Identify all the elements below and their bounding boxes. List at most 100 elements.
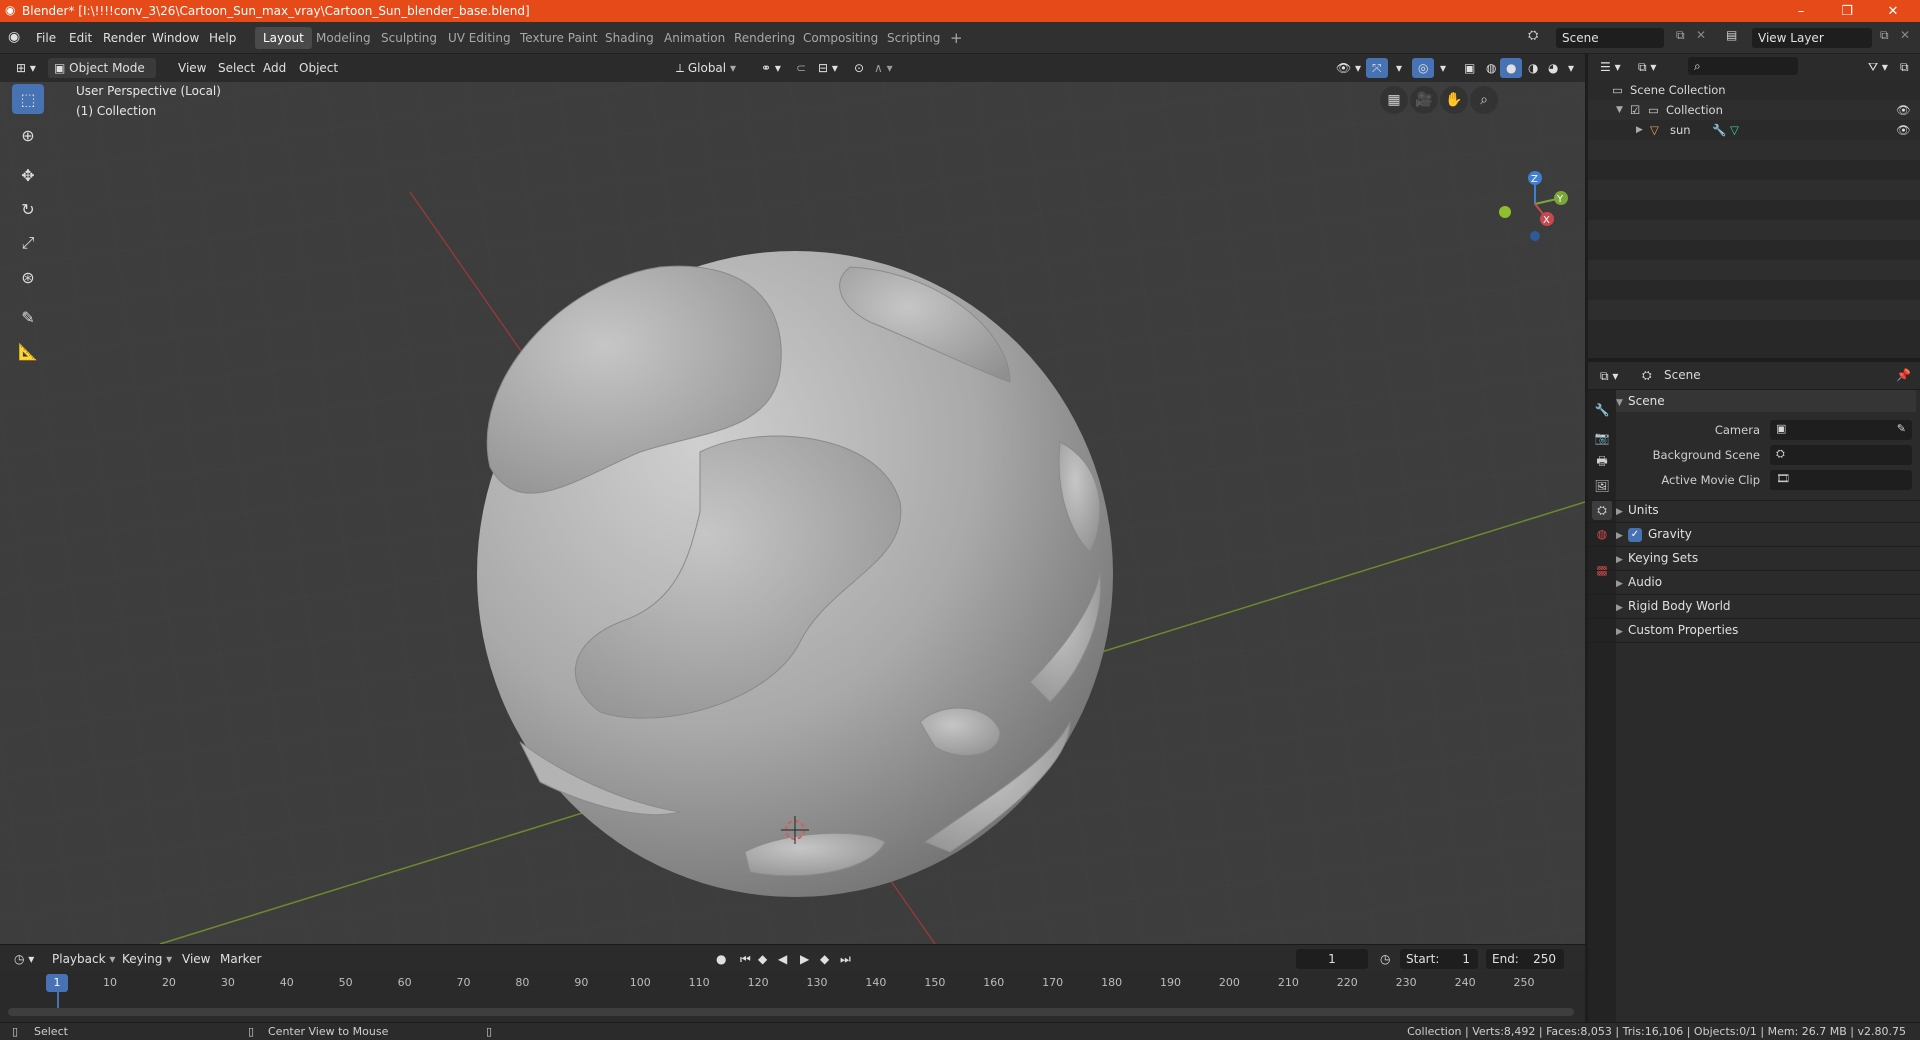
menu-file[interactable]: File	[30, 28, 62, 48]
rotate-tool[interactable]: ↻	[12, 194, 44, 224]
overlay-toggle-icon[interactable]: ◎	[1412, 58, 1435, 78]
tab-compositing[interactable]: Compositing	[795, 27, 886, 49]
menu-window[interactable]: Window	[146, 28, 205, 48]
tab-shading[interactable]: Shading	[597, 27, 662, 49]
timeline-scrollbar[interactable]	[8, 1008, 1574, 1016]
minimize-button[interactable]: –	[1778, 0, 1824, 22]
filter-icon[interactable]: ⛛ ▾	[1862, 57, 1894, 77]
custom-properties-panel[interactable]: ▶ Custom Properties	[1616, 620, 1738, 640]
scene-selector[interactable]: Scene	[1556, 28, 1664, 48]
annotate-tool[interactable]: ✎	[12, 302, 44, 332]
remove-scene-icon[interactable]: ✕	[1696, 28, 1706, 42]
output-tab[interactable]: 🖶	[1592, 452, 1612, 472]
scale-tool[interactable]: ⤢	[12, 228, 44, 258]
menu-object[interactable]: Object	[293, 58, 344, 78]
tab-layout[interactable]: Layout	[255, 27, 312, 49]
render-tab[interactable]: 📷	[1592, 428, 1612, 448]
toggle-ortho-button[interactable]: ▦	[1380, 86, 1408, 114]
add-workspace-button[interactable]: +	[942, 27, 971, 49]
falloff-icon[interactable]: ∧ ▾	[868, 58, 899, 78]
snap-target-icon[interactable]: ⊟ ▾	[812, 58, 844, 78]
collection-checkbox[interactable]: ☑	[1630, 100, 1640, 120]
tab-rendering[interactable]: Rendering	[726, 27, 803, 49]
proportional-edit-icon[interactable]: ⊙	[848, 58, 870, 78]
properties-editor-type-icon[interactable]: ⧉ ▾	[1594, 366, 1624, 386]
close-button[interactable]: ✕	[1870, 0, 1916, 22]
gizmo-toggle-icon[interactable]: ⤧	[1366, 58, 1388, 78]
select-box-tool[interactable]: ⬚	[12, 84, 44, 114]
current-frame-field[interactable]: 1	[1296, 949, 1368, 969]
end-frame-field[interactable]: End: 250	[1486, 949, 1564, 969]
camera-view-button[interactable]: 🎥	[1410, 86, 1438, 114]
new-scene-icon[interactable]: ⧉	[1676, 28, 1685, 43]
tab-uv-editing[interactable]: UV Editing	[440, 27, 519, 49]
measure-tool[interactable]: 📐	[12, 336, 44, 366]
outliner-row-sun[interactable]: ▶ ▽ sun 🔧 ▽ 👁	[1588, 120, 1920, 140]
timeline-editor-type-icon[interactable]: ◷ ▾	[8, 949, 40, 969]
mode-selector[interactable]: ▣ Object Mode ▾	[48, 58, 156, 95]
display-mode-icon[interactable]: ⧉ ▾	[1632, 57, 1662, 77]
zoom-view-button[interactable]: ⌕	[1470, 86, 1498, 114]
gizmo-dropdown-icon[interactable]: ▾	[1390, 58, 1408, 78]
remove-view-layer-icon[interactable]: ✕	[1900, 28, 1910, 42]
view-layer-tab[interactable]: 🖼	[1592, 476, 1612, 496]
gizmo-neg-y-handle[interactable]	[1499, 206, 1511, 218]
play-button[interactable]: ▶	[794, 949, 815, 969]
eyedropper-icon[interactable]: ✎	[1897, 422, 1906, 435]
xray-icon[interactable]: ▣	[1458, 58, 1481, 78]
tab-scripting[interactable]: Scripting	[879, 27, 948, 49]
modifier-wrench-icon[interactable]: 🔧	[1712, 120, 1726, 140]
menu-render[interactable]: Render	[97, 28, 152, 48]
cursor-tool[interactable]: ⊕	[12, 120, 44, 150]
record-button[interactable]: ●	[710, 949, 732, 969]
sun-mesh[interactable]	[477, 251, 1113, 897]
blender-menu-icon[interactable]: ◉	[8, 29, 20, 45]
tab-sculpting[interactable]: Sculpting	[373, 27, 445, 49]
eye-icon[interactable]: 👁	[1896, 100, 1911, 120]
preview-range-icon[interactable]: ◷	[1374, 949, 1396, 969]
tab-modeling[interactable]: Modeling	[308, 27, 379, 49]
new-view-layer-icon[interactable]: ⧉	[1880, 28, 1889, 43]
transform-tool[interactable]: ⊛	[12, 262, 44, 292]
orientation-selector[interactable]: ⟂ Global ▾	[670, 58, 742, 78]
mesh-data-icon[interactable]: ▽	[1730, 120, 1739, 140]
restore-button[interactable]: ❐	[1824, 0, 1870, 22]
menu-view[interactable]: View	[172, 58, 212, 78]
units-panel[interactable]: ▶ Units	[1616, 500, 1659, 520]
gizmo-neg-z-handle[interactable]	[1530, 231, 1540, 241]
pin-icon[interactable]: 📌	[1896, 368, 1911, 382]
menu-keying[interactable]: Keying ▾	[116, 949, 178, 969]
menu-select[interactable]: Select	[212, 58, 261, 78]
tab-animation[interactable]: Animation	[656, 27, 733, 49]
outliner-row-scene-collection[interactable]: ▭ Scene Collection	[1588, 80, 1920, 100]
active-movie-clip-field[interactable]: 🎞	[1770, 470, 1912, 490]
gravity-checkbox[interactable]: ✓	[1628, 527, 1642, 542]
background-scene-field[interactable]: ⛭	[1770, 445, 1912, 465]
jump-keyframe-forward-button[interactable]: ◆	[814, 949, 835, 969]
snap-icon[interactable]: ⊂	[790, 58, 812, 78]
outliner-row-collection[interactable]: ▼ ☑ ▭ Collection 👁	[1588, 100, 1920, 120]
play-reverse-button[interactable]: ◀	[772, 949, 793, 969]
menu-marker[interactable]: Marker	[214, 949, 267, 969]
pivot-icon[interactable]: ⚭ ▾	[755, 58, 787, 78]
menu-edit[interactable]: Edit	[63, 28, 98, 48]
timeline[interactable]: 10 20 30 40 50 60 70 80 90 100 110 120 130 140 150 160 1…	[0, 972, 1585, 1022]
world-tab[interactable]: ◍	[1592, 524, 1612, 544]
menu-help[interactable]: Help	[203, 28, 242, 48]
shading-dropdown-icon[interactable]: ▾	[1562, 58, 1580, 78]
tab-texture-paint[interactable]: Texture Paint	[512, 27, 605, 49]
menu-playback[interactable]: Playback ▾	[46, 949, 121, 969]
rigid-body-world-panel[interactable]: ▶ Rigid Body World	[1616, 596, 1731, 616]
expand-triangle-icon[interactable]: ▶	[1636, 120, 1643, 140]
solid-shading-icon[interactable]: ●	[1500, 58, 1523, 78]
audio-panel[interactable]: ▶ Audio	[1616, 572, 1662, 592]
gravity-panel[interactable]: ▶ ✓ Gravity	[1616, 524, 1692, 544]
visibility-icon[interactable]: 👁 ▾	[1330, 58, 1367, 78]
outliner-search-input[interactable]: ⌕	[1688, 57, 1798, 75]
keying-sets-panel[interactable]: ▶ Keying Sets	[1616, 548, 1698, 568]
start-frame-field[interactable]: Start: 1	[1400, 949, 1478, 969]
view-layer-selector[interactable]: View Layer	[1752, 28, 1872, 48]
move-tool[interactable]: ✥	[12, 160, 44, 190]
editor-type-icon[interactable]: ⊞ ▾	[10, 58, 42, 78]
eye-icon[interactable]: 👁	[1896, 120, 1911, 140]
